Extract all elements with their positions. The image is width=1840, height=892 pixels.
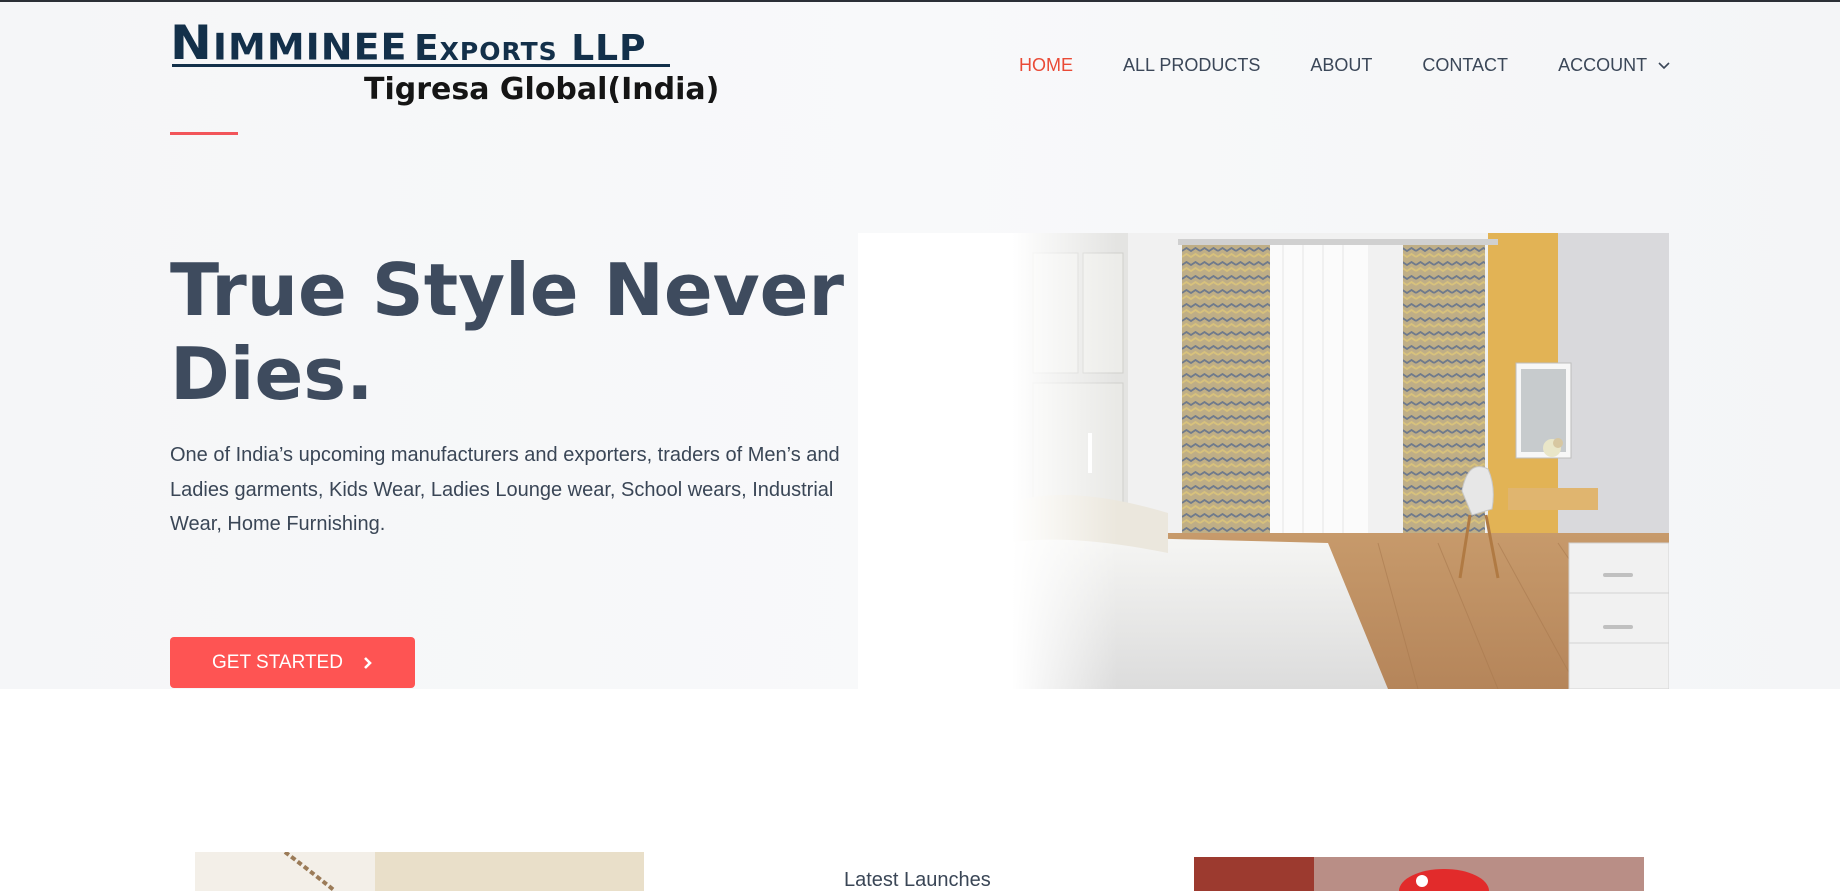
- nav-account-label: ACCOUNT: [1558, 54, 1648, 75]
- product-image-right: [1194, 857, 1644, 891]
- nav-all-products[interactable]: ALL PRODUCTS: [1123, 55, 1260, 76]
- product-image-left: [195, 852, 644, 891]
- get-started-button[interactable]: GET STARTED: [170, 637, 415, 688]
- hero-description-line-1: One of India’s upcoming manufacturers an…: [170, 444, 840, 466]
- brand-tagline: Tigresa Global(India): [364, 72, 720, 107]
- nav-contact[interactable]: CONTACT: [1422, 55, 1508, 76]
- brand-underline: [172, 64, 670, 67]
- hero-title: True Style Never Dies.: [170, 248, 845, 416]
- accent-bar: [170, 132, 238, 135]
- latest-launches-heading: Latest Launches: [844, 869, 991, 891]
- bedroom-interior-illustration: [858, 233, 1669, 689]
- product-card-right[interactable]: [1194, 857, 1644, 891]
- product-card-left[interactable]: [195, 852, 644, 891]
- hero-description: One of India’s upcoming manufacturers an…: [170, 438, 860, 542]
- brand-initial: N: [170, 15, 213, 71]
- nav-account[interactable]: ACCOUNT: [1558, 55, 1671, 76]
- hero-description-line-2: Ladies garments, Kids Wear, Ladies Loung…: [170, 478, 834, 536]
- nav-about[interactable]: ABOUT: [1310, 55, 1372, 76]
- hero-image: [858, 233, 1669, 689]
- brand-suffix: Exports LLP: [414, 28, 647, 69]
- chevron-right-icon: [364, 656, 372, 669]
- chevron-down-icon: [1658, 62, 1670, 70]
- brand-logo[interactable]: NIMMINEE Exports LLP Tigresa Global(Indi…: [170, 14, 719, 114]
- brand-name: IMMINEE: [212, 26, 408, 68]
- get-started-label: GET STARTED: [212, 651, 343, 673]
- nav-home[interactable]: HOME: [1019, 55, 1073, 76]
- main-nav: HOME ALL PRODUCTS ABOUT CONTACT ACCOUNT: [1019, 52, 1671, 78]
